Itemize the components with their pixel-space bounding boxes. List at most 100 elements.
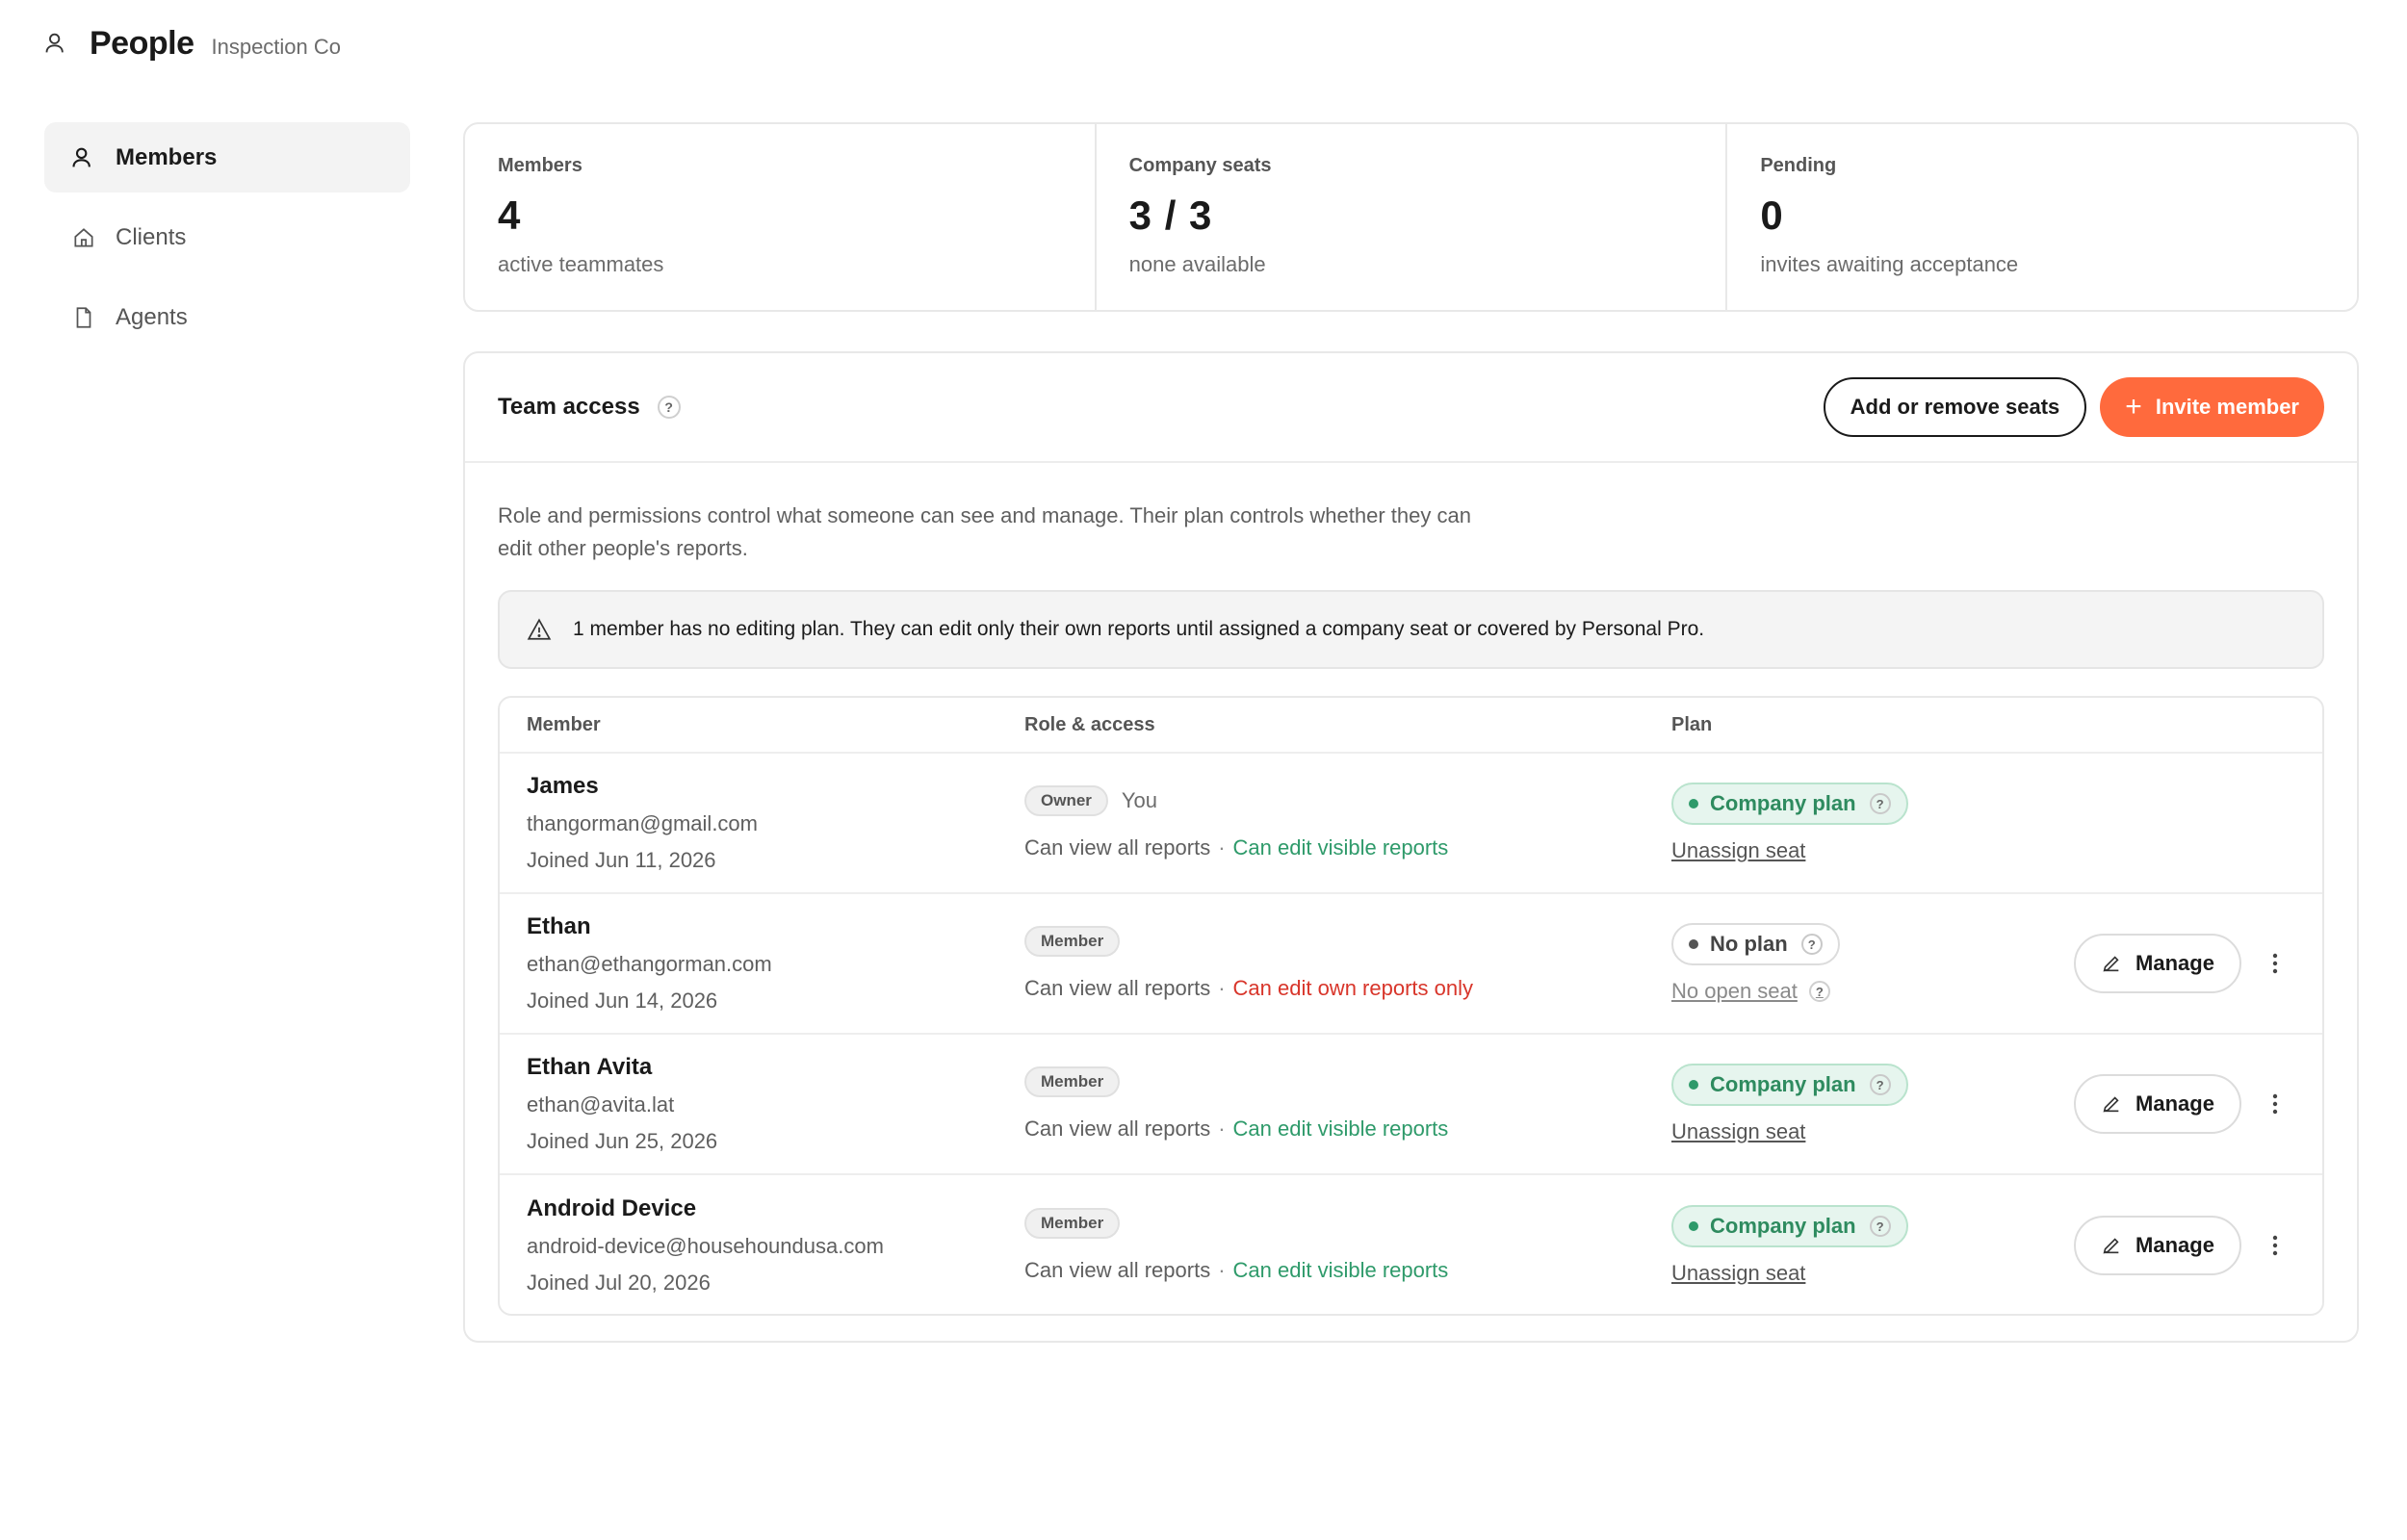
manage-button[interactable]: Manage — [2074, 1216, 2241, 1275]
sidebar-item-label: Agents — [116, 303, 188, 330]
page-title: People — [90, 24, 194, 62]
access-text: Can view all reports · Can edit visible re… — [1024, 1258, 1449, 1282]
header-plan: Plan — [1671, 713, 1713, 735]
members-table: Member Role & access Plan James thangorm… — [498, 696, 2324, 1316]
unassign-seat-link[interactable]: Unassign seat — [1671, 1119, 2047, 1144]
access-text: Can view all reports · Can edit visible re… — [1024, 1116, 1449, 1141]
no-open-seat-link[interactable]: No open seat ? — [1671, 979, 2047, 1004]
invite-label: Invite member — [2155, 395, 2299, 419]
stat-pending: Pending 0 invites awaiting acceptance — [1727, 124, 2357, 310]
plan-label: No plan — [1710, 932, 1788, 956]
status-dot — [1689, 939, 1698, 949]
help-icon[interactable]: ? — [1808, 981, 1830, 1002]
plus-icon: + — [2125, 391, 2142, 423]
member-email: android-device@househoundusa.com — [527, 1234, 884, 1258]
warning-text: 1 member has no editing plan. They can e… — [573, 618, 1705, 640]
stat-label: Company seats — [1128, 155, 1272, 176]
view-access: Can view all reports — [1024, 1258, 1211, 1282]
help-icon[interactable]: ? — [1869, 1074, 1891, 1095]
stat-value: 0 — [1760, 192, 1784, 238]
invite-member-button[interactable]: + Invite member — [2100, 377, 2324, 437]
view-access: Can view all reports — [1024, 835, 1211, 860]
stat-company-seats: Company seats 3 / 3 none available — [1097, 124, 1728, 310]
unassign-seat-link[interactable]: Unassign seat — [1671, 838, 2047, 863]
plan-link-label: No open seat — [1671, 979, 1798, 1003]
header-role: Role & access — [1024, 713, 1155, 735]
stat-sub: active teammates — [498, 252, 664, 276]
role-badge: Member — [1024, 926, 1121, 957]
plan-badge: Company plan ? — [1671, 1064, 1908, 1106]
member-joined: Joined Jun 14, 2026 — [527, 988, 718, 1013]
pencil-icon — [2101, 1093, 2122, 1115]
member-email: ethan@ethangorman.com — [527, 952, 772, 976]
sidebar-item-label: Clients — [116, 223, 187, 250]
view-access: Can view all reports — [1024, 1116, 1211, 1141]
team-description: Role and permissions control what someon… — [498, 503, 1471, 560]
plan-badge: Company plan ? — [1671, 1205, 1908, 1247]
pencil-icon — [2101, 953, 2122, 974]
member-name: James — [527, 773, 599, 799]
person-icon — [69, 143, 98, 172]
view-access: Can view all reports — [1024, 976, 1211, 1000]
status-dot — [1689, 1221, 1698, 1231]
sidebar: Members Clients Agents — [44, 122, 410, 362]
edit-access: Can edit visible reports — [1232, 835, 1449, 860]
manage-button[interactable]: Manage — [2074, 1074, 2241, 1134]
status-dot — [1689, 799, 1698, 808]
member-email: ethan@avita.lat — [527, 1092, 675, 1116]
warning-banner: 1 member has no editing plan. They can e… — [498, 590, 2324, 669]
card-title: Team access — [498, 394, 640, 420]
stat-label: Members — [498, 155, 582, 176]
access-text: Can view all reports · Can edit own report… — [1024, 976, 1473, 1000]
add-remove-seats-button[interactable]: Add or remove seats — [1823, 377, 2087, 437]
stat-value: 3 / 3 — [1128, 192, 1213, 238]
stat-label: Pending — [1760, 155, 1837, 176]
member-joined: Joined Jul 20, 2026 — [527, 1270, 711, 1295]
manage-label: Manage — [2135, 1091, 2214, 1116]
person-icon — [43, 29, 72, 58]
table-row: Ethan ethan@ethangorman.com Joined Jun 1… — [500, 894, 2322, 1035]
sidebar-item-members[interactable]: Members — [44, 122, 410, 192]
header-member: Member — [527, 713, 601, 735]
manage-label: Manage — [2135, 951, 2214, 975]
member-name: Ethan Avita — [527, 1054, 653, 1080]
sidebar-item-agents[interactable]: Agents — [44, 282, 410, 352]
home-icon — [69, 223, 98, 252]
help-icon[interactable]: ? — [657, 396, 681, 419]
unassign-seat-link[interactable]: Unassign seat — [1671, 1261, 2047, 1286]
stat-members: Members 4 active teammates — [465, 124, 1097, 310]
more-options-icon[interactable] — [2261, 944, 2290, 983]
member-email: thangorman@gmail.com — [527, 811, 758, 835]
sidebar-item-label: Members — [116, 143, 218, 170]
plan-label: Company plan — [1710, 791, 1856, 815]
stats-panel: Members 4 active teammates Company seats… — [463, 122, 2359, 312]
plan-label: Company plan — [1710, 1214, 1856, 1238]
help-icon[interactable]: ? — [1869, 1216, 1891, 1237]
plan-badge: Company plan ? — [1671, 783, 1908, 825]
table-row: Android Device android-device@househound… — [500, 1175, 2322, 1316]
access-text: Can view all reports · Can edit visible re… — [1024, 835, 1449, 860]
plan-badge: No plan ? — [1671, 923, 1840, 965]
manage-label: Manage — [2135, 1233, 2214, 1257]
member-joined: Joined Jun 25, 2026 — [527, 1129, 718, 1153]
help-icon[interactable]: ? — [1869, 793, 1891, 814]
help-icon[interactable]: ? — [1800, 934, 1823, 955]
member-joined: Joined Jun 11, 2026 — [527, 848, 716, 872]
document-icon — [69, 303, 98, 332]
sidebar-item-clients[interactable]: Clients — [44, 202, 410, 272]
stat-sub: invites awaiting acceptance — [1760, 252, 2019, 276]
role-badge: Owner — [1024, 785, 1108, 816]
more-options-icon[interactable] — [2261, 1226, 2290, 1265]
you-label: You — [1121, 788, 1158, 812]
table-row: Ethan Avita ethan@avita.lat Joined Jun 2… — [500, 1035, 2322, 1175]
status-dot — [1689, 1080, 1698, 1090]
member-name: Ethan — [527, 913, 591, 939]
stat-sub: none available — [1128, 252, 1266, 276]
member-name: Android Device — [527, 1195, 697, 1221]
manage-button[interactable]: Manage — [2074, 934, 2241, 993]
more-options-icon[interactable] — [2261, 1085, 2290, 1123]
card-header: Team access ? Add or remove seats + Invi… — [465, 353, 2357, 463]
plan-label: Company plan — [1710, 1072, 1856, 1096]
stat-value: 4 — [498, 192, 522, 238]
page-header: People Inspection Co — [43, 21, 341, 65]
